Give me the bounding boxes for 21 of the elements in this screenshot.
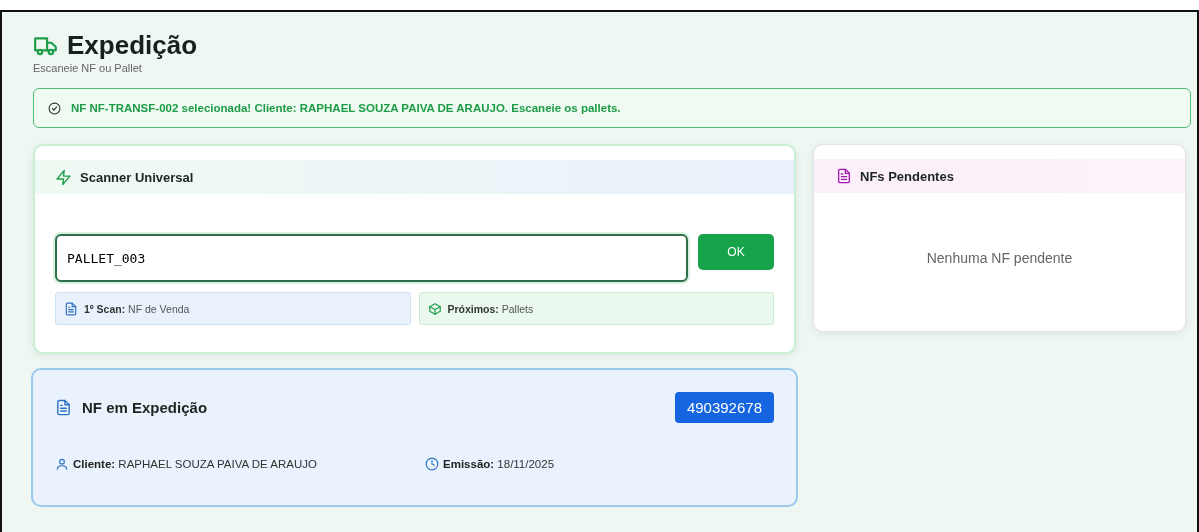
alert-message: NF NF-TRANSF-002 selecionada! Cliente: RAPHAEL SOUZA PAIVA DE ARAUJO. Escaneie os pallets. xyxy=(71,102,621,114)
detail-text: Emissão: 18/11/2025 xyxy=(443,458,555,470)
detail-text: Cliente: RAPHAEL SOUZA PAIVA DE ARAUJO xyxy=(73,458,317,470)
hint-text: 1º Scan: NF de Venda xyxy=(84,302,190,315)
document-icon xyxy=(55,399,72,416)
user-icon xyxy=(55,457,69,471)
document-icon xyxy=(64,301,78,316)
card-title: NFs Pendentes xyxy=(860,168,954,184)
empty-message: Nenhuma NF pendente xyxy=(926,250,1073,266)
box-icon xyxy=(427,301,442,316)
scan-input-field[interactable]: PALLET_003 xyxy=(55,234,688,282)
page-subtitle: Escaneie NF ou Pallet xyxy=(33,62,143,74)
document-icon xyxy=(836,168,852,184)
clock-icon xyxy=(425,457,439,471)
hint-text: Próximos: Pallets xyxy=(447,302,534,315)
lightning-icon xyxy=(55,168,72,186)
card-title: NF em Expedição xyxy=(82,399,208,416)
page-title: Expedição xyxy=(67,30,198,61)
card-title: Scanner Universal xyxy=(80,169,194,185)
nf-number-badge: 490392678 xyxy=(674,392,774,423)
check-circle-icon xyxy=(48,101,61,115)
